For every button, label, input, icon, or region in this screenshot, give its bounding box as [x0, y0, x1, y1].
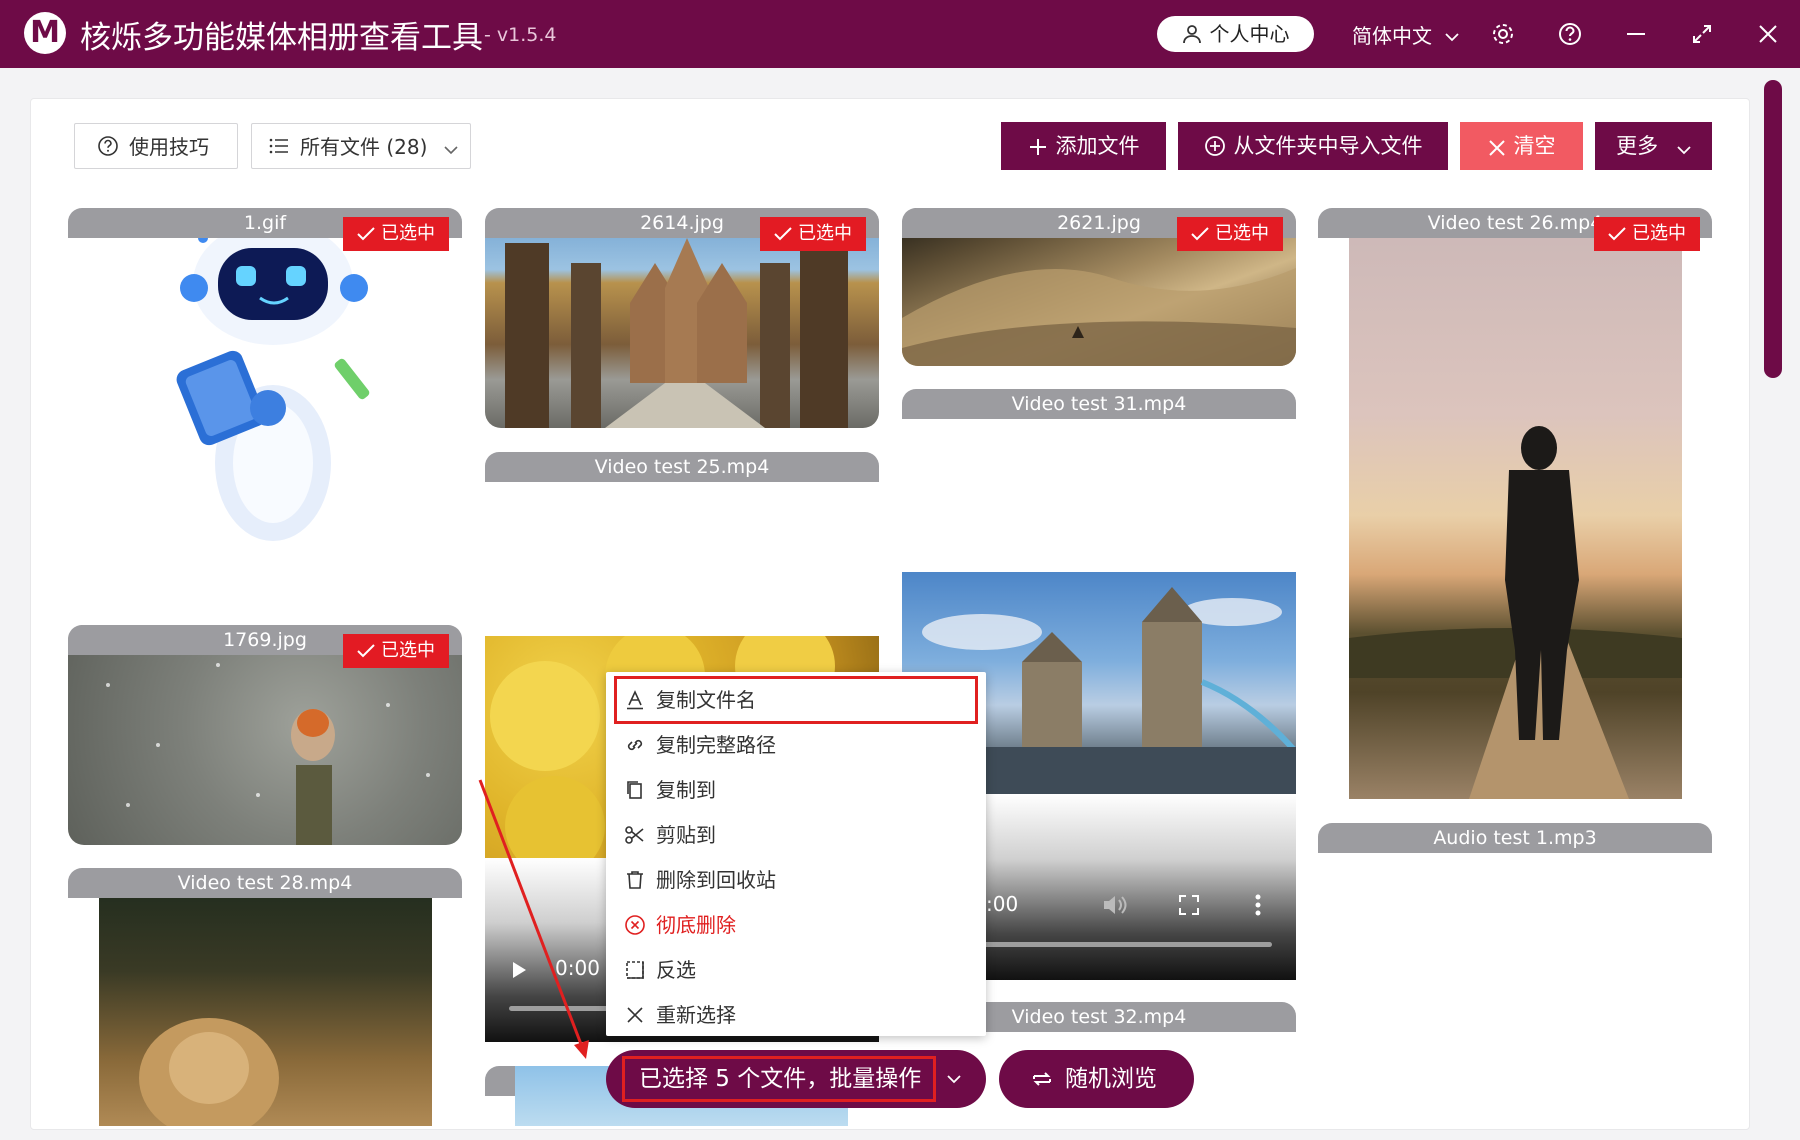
settings-icon[interactable] [1489, 20, 1517, 48]
minimize-icon[interactable] [1622, 20, 1650, 48]
file-filter-label: 所有文件 (28) [300, 135, 428, 159]
media-card-8-video[interactable] [99, 868, 432, 1126]
media-card-4-video[interactable] [1349, 208, 1682, 799]
check-icon [357, 227, 375, 241]
import-folder-button[interactable]: 从文件夹中导入文件 [1178, 122, 1448, 170]
tips-label: 使用技巧 [129, 135, 209, 159]
selected-badge-1: 已选中 [343, 217, 449, 251]
user-center-label: 个人中心 [1209, 22, 1290, 46]
add-file-label: 添加文件 [1055, 134, 1140, 158]
close-icon [1488, 140, 1505, 156]
language-label: 简体中文 [1352, 24, 1432, 48]
batch-operation-label: 已选择 5 个文件，批量操作 [639, 1066, 922, 1092]
list-icon [269, 138, 288, 154]
app-title: 核烁多功能媒体相册查看工具 [80, 20, 483, 56]
caption-video-28: Video test 28.mp4 [68, 868, 462, 898]
app-logo: M [24, 12, 66, 54]
player-time: :00 [986, 892, 1019, 916]
selected-badge-4: 已选中 [1594, 217, 1700, 251]
context-menu: 复制文件名 复制完整路径 复制到 剪贴到 删除到回收站 彻底删除 反选 重新选择 [606, 672, 986, 1036]
caption-audio-1: Audio test 1.mp3 [1318, 823, 1712, 853]
chevron-down-icon [1445, 33, 1459, 42]
invert-selection-icon [626, 961, 644, 979]
chevron-down-icon [1677, 146, 1691, 155]
more-vertical-icon[interactable] [1254, 894, 1262, 916]
clear-label: 清空 [1513, 134, 1556, 158]
media-card-1-gif[interactable] [68, 208, 462, 548]
player-time: 0:00 [555, 956, 600, 980]
random-browse-label: 随机浏览 [1065, 1066, 1157, 1092]
menu-item-copy-to[interactable]: 复制到 [624, 771, 964, 809]
help-icon[interactable] [1556, 20, 1584, 48]
more-label: 更多 [1616, 134, 1659, 158]
title-bar: M 核烁多功能媒体相册查看工具 - v1.5.4 个人中心 简体中文 [0, 0, 1800, 68]
lion-photo [139, 1018, 279, 1126]
clear-button[interactable]: 清空 [1460, 122, 1583, 170]
import-folder-label: 从文件夹中导入文件 [1233, 134, 1423, 158]
menu-item-invert-selection[interactable]: 反选 [624, 951, 964, 989]
close-icon[interactable] [1754, 20, 1782, 48]
help-circle-icon [98, 136, 118, 156]
check-icon [1191, 227, 1209, 241]
random-browse-button[interactable]: 随机浏览 [999, 1050, 1194, 1108]
selected-badge-3: 已选中 [1177, 217, 1283, 251]
fullscreen-icon[interactable] [1178, 894, 1200, 916]
add-file-button[interactable]: 添加文件 [1001, 122, 1166, 170]
shuffle-icon [1033, 1072, 1051, 1086]
more-button[interactable]: 更多 [1595, 122, 1712, 170]
menu-item-delete-permanently[interactable]: 彻底删除 [624, 906, 964, 944]
app-version: - v1.5.4 [484, 24, 557, 46]
menu-item-copy-filename[interactable]: 复制文件名 [624, 681, 964, 719]
user-icon [1182, 25, 1201, 44]
check-icon [774, 227, 792, 241]
scrollbar-thumb[interactable] [1764, 80, 1782, 378]
man-silhouette-photo [1349, 426, 1682, 799]
robot-illustration [176, 221, 370, 541]
x-icon [627, 1007, 643, 1023]
tips-button[interactable]: 使用技巧 [74, 123, 238, 169]
chevron-down-icon [947, 1075, 961, 1084]
text-icon [627, 690, 643, 710]
language-dropdown[interactable]: 简体中文 [1352, 20, 1460, 49]
selected-badge-5: 已选中 [343, 634, 449, 668]
caption-video-31: Video test 31.mp4 [902, 389, 1296, 419]
file-filter-dropdown[interactable]: 所有文件 (28) [251, 123, 471, 169]
selected-badge-2: 已选中 [760, 217, 866, 251]
volume-icon[interactable] [1102, 894, 1128, 916]
delete-circle-icon [625, 915, 645, 935]
menu-item-reselect[interactable]: 重新选择 [624, 996, 964, 1034]
check-icon [1608, 227, 1626, 241]
user-center-button[interactable]: 个人中心 [1157, 16, 1314, 52]
menu-item-copy-path[interactable]: 复制完整路径 [624, 726, 964, 764]
link-icon [627, 739, 643, 751]
plus-icon [1029, 139, 1046, 155]
chevron-down-icon [444, 146, 458, 155]
copy-icon [627, 781, 642, 799]
menu-item-cut-to[interactable]: 剪贴到 [624, 816, 964, 854]
check-icon [357, 644, 375, 658]
maximize-icon[interactable] [1688, 20, 1716, 48]
plus-circle-icon [1204, 136, 1225, 156]
trash-icon [627, 871, 643, 889]
play-icon[interactable] [509, 960, 529, 980]
menu-item-recycle[interactable]: 删除到回收站 [624, 861, 964, 899]
batch-operation-button[interactable]: 已选择 5 个文件，批量操作 [606, 1050, 986, 1108]
scissors-icon [625, 826, 644, 844]
caption-video-25: Video test 25.mp4 [485, 452, 879, 482]
